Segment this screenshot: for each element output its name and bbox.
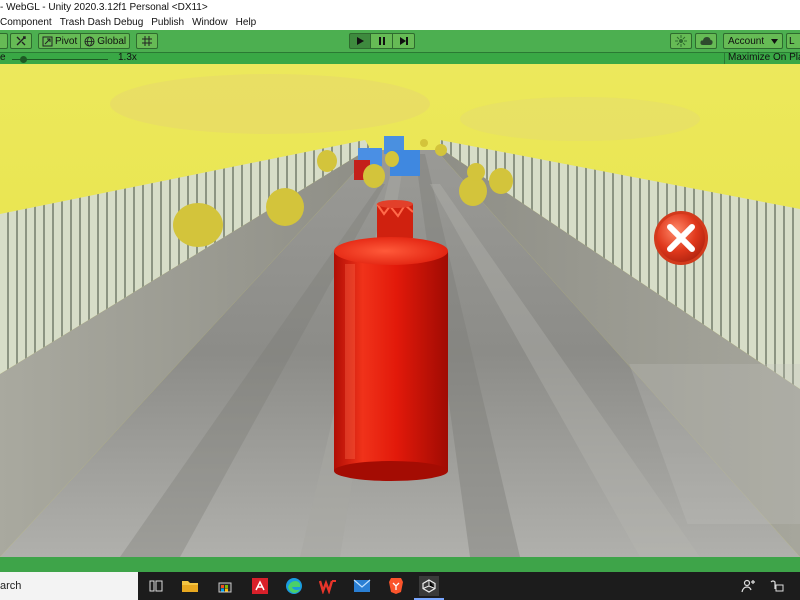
collab-icon (675, 35, 687, 47)
move-tool-icon (16, 36, 26, 46)
unity-editor-button[interactable] (419, 576, 439, 596)
window-title-bar: - WebGL - Unity 2020.3.12f1 Personal <DX… (0, 0, 800, 15)
task-view-icon (149, 580, 163, 592)
cloud-button[interactable] (695, 33, 717, 49)
menu-window[interactable]: Window (188, 17, 232, 28)
menu-help[interactable]: Help (232, 17, 261, 28)
scale-slider[interactable] (12, 56, 108, 63)
coin (435, 144, 447, 156)
snap-settings-button[interactable] (136, 33, 159, 49)
global-label: Global (97, 35, 127, 47)
coin (459, 176, 487, 206)
playback-controls (349, 33, 415, 49)
maximize-on-play-toggle[interactable]: Maximize On Play (724, 52, 800, 64)
mail-icon (353, 579, 371, 592)
coin (317, 150, 337, 172)
custom-tool-button[interactable] (10, 33, 32, 49)
editor-status-strip (0, 557, 800, 572)
step-button[interactable] (393, 33, 415, 49)
coin (420, 139, 428, 147)
chevron-down-icon (771, 38, 778, 44)
global-button[interactable]: Global (81, 33, 131, 49)
trash-obstacle (376, 200, 414, 238)
windows-taskbar: arch (0, 572, 800, 600)
edge-icon (286, 578, 302, 594)
language-bar-button[interactable] (766, 576, 786, 596)
people-icon (741, 579, 755, 593)
layers-label: L (789, 35, 795, 47)
coin (363, 164, 385, 188)
pause-button[interactable] (371, 33, 393, 49)
scale-value: 1.3x (118, 52, 137, 63)
store-button[interactable] (215, 576, 235, 596)
close-game-button[interactable] (654, 211, 708, 265)
globe-icon (84, 36, 95, 46)
editor-toolbar: Pivot Global Account L (0, 30, 800, 52)
people-button[interactable] (739, 576, 759, 596)
coin (173, 203, 223, 247)
amd-icon (252, 578, 268, 594)
pivot-label: Pivot (55, 35, 78, 47)
toolbar-right: Account L (667, 33, 800, 49)
account-dropdown[interactable]: Account (723, 33, 783, 49)
file-explorer-button[interactable] (180, 576, 200, 596)
pivot-global-group: Pivot Global (38, 33, 131, 49)
hand-tool-button[interactable] (0, 33, 8, 49)
taskbar-search-placeholder: arch (0, 580, 22, 592)
game-scene (0, 64, 800, 557)
wps-icon (319, 579, 336, 594)
mail-button[interactable] (352, 576, 372, 596)
scale-slider-handle[interactable] (20, 56, 28, 63)
scale-label: e (0, 52, 6, 63)
layers-dropdown[interactable]: L (786, 33, 800, 49)
task-view-button[interactable] (146, 576, 166, 596)
menu-component[interactable]: Component (0, 17, 56, 28)
maximize-on-play-label: Maximize On Play (728, 52, 800, 63)
menu-publish[interactable]: Publish (147, 17, 188, 28)
snap-grid-icon (142, 36, 153, 46)
menu-bar: Component Trash Dash Debug Publish Windo… (0, 15, 800, 30)
amd-software-button[interactable] (250, 576, 270, 596)
account-label: Account (728, 35, 765, 47)
brave-browser-button[interactable] (386, 576, 406, 596)
folder-icon (182, 581, 198, 592)
play-icon (357, 37, 364, 45)
pause-icon (378, 37, 385, 45)
player-character (334, 237, 448, 481)
store-icon (218, 582, 232, 593)
coin (266, 188, 304, 226)
menu-trash-dash-debug[interactable]: Trash Dash Debug (56, 17, 148, 28)
keyboard-icon (770, 580, 784, 592)
step-icon (399, 37, 408, 45)
coin (385, 151, 399, 167)
taskbar-search-input[interactable]: arch (0, 572, 138, 600)
play-button[interactable] (349, 33, 371, 49)
edge-browser-button[interactable] (284, 576, 304, 596)
wps-office-button[interactable] (318, 576, 338, 596)
coin (489, 168, 513, 194)
game-view-toolbar: e 1.3x Maximize On Play (0, 52, 800, 64)
unity-icon (422, 579, 436, 593)
pivot-icon (42, 36, 53, 46)
collab-button[interactable] (670, 33, 692, 49)
coin (467, 163, 485, 181)
cloud-icon (699, 37, 713, 45)
pivot-button[interactable]: Pivot (38, 33, 82, 49)
brave-icon (389, 578, 403, 594)
game-viewport[interactable] (0, 64, 800, 557)
window-title: - WebGL - Unity 2020.3.12f1 Personal <DX… (0, 2, 208, 13)
